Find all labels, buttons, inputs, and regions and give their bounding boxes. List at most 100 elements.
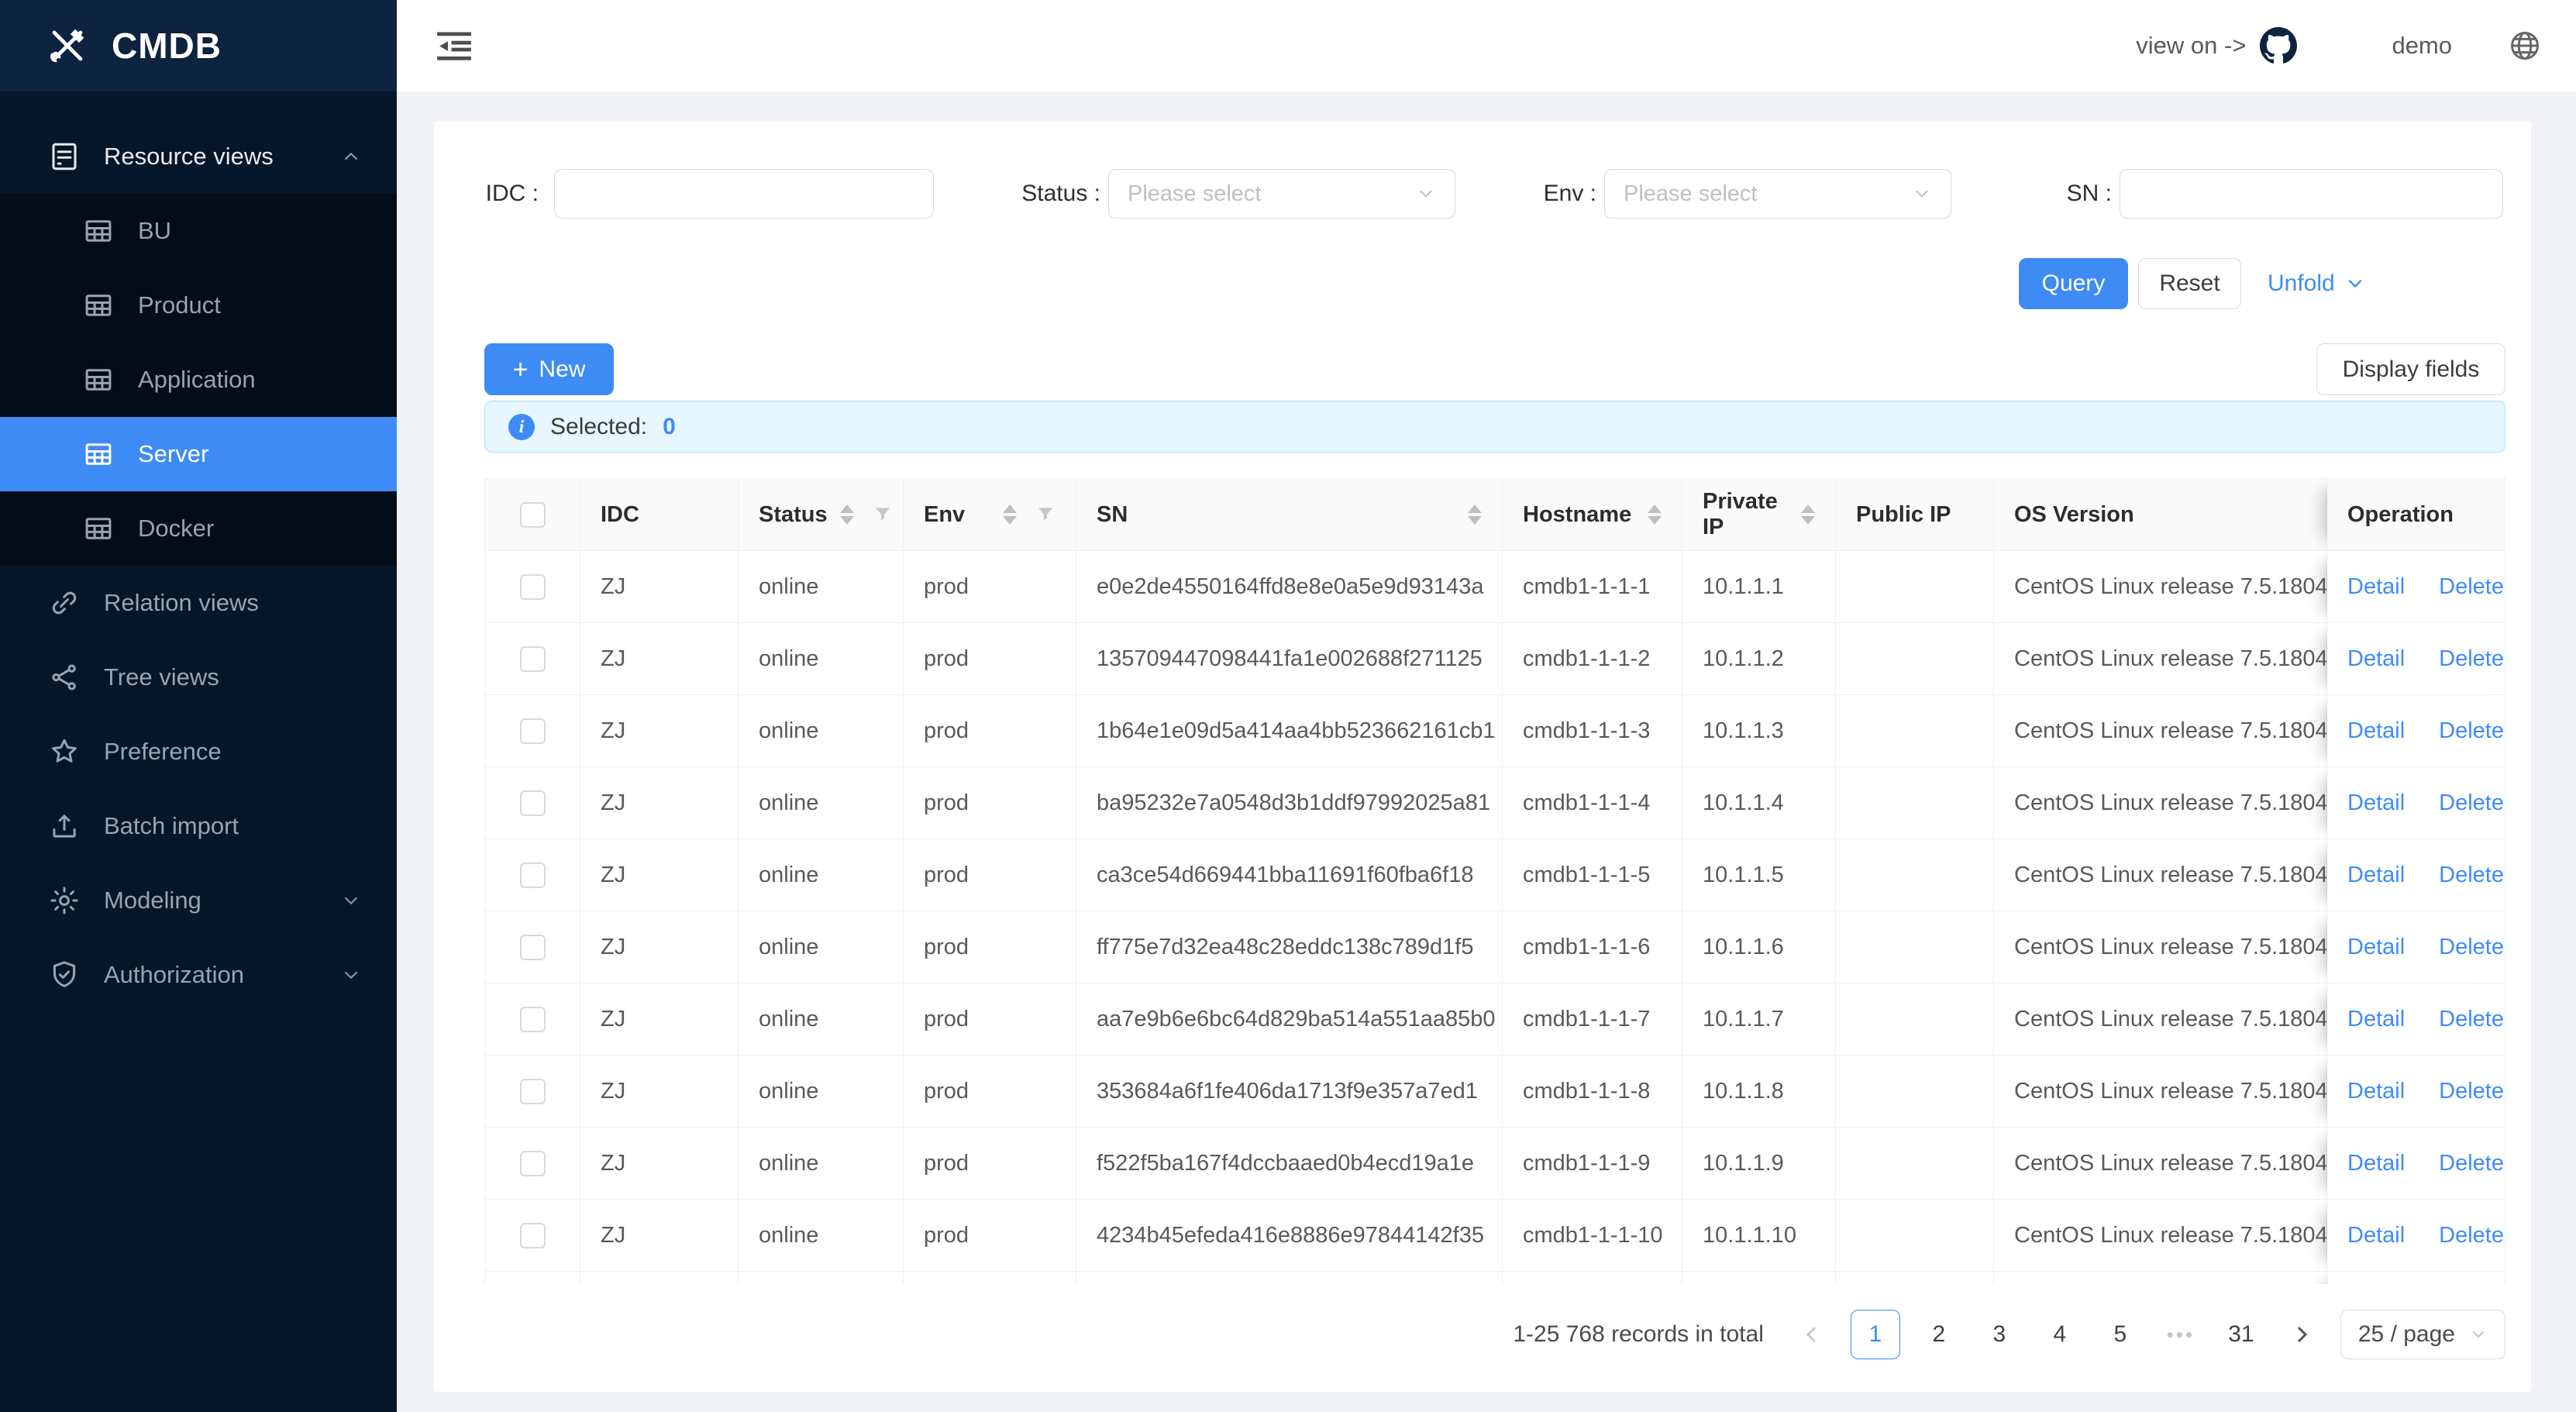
cell-hostname: cmdb1-1-1-2 <box>1503 623 1682 695</box>
cell-private_ip: 10.1.1.7 <box>1682 983 1836 1056</box>
page-button-1[interactable]: 1 <box>1851 1310 1900 1359</box>
column-header-status[interactable]: Status <box>739 479 904 551</box>
row-checkbox[interactable] <box>520 790 546 816</box>
page-size-select[interactable]: 25 / page <box>2340 1310 2505 1359</box>
row-checkbox[interactable] <box>520 1079 546 1104</box>
page-button-3[interactable]: 3 <box>1978 1310 2021 1359</box>
detail-link[interactable]: Detail <box>2347 863 2405 888</box>
cell-hostname <box>1503 1272 1682 1284</box>
cell-private_ip: 10.1.1.3 <box>1682 695 1836 767</box>
reset-button[interactable]: Reset <box>2138 258 2241 309</box>
filter-funnel-icon[interactable] <box>873 505 893 525</box>
column-header-private_ip[interactable]: Private IP <box>1682 479 1836 551</box>
sort-carets-icon[interactable] <box>1789 505 1815 525</box>
sidebar-item-label: Application <box>138 366 363 394</box>
app-logo[interactable]: CMDB <box>0 0 397 91</box>
prev-page-button[interactable] <box>1790 1310 1834 1359</box>
page-button-2[interactable]: 2 <box>1917 1310 1961 1359</box>
detail-link[interactable]: Detail <box>2347 1007 2405 1032</box>
operation-cell: Detail Delete <box>2327 1128 2505 1200</box>
delete-link[interactable]: Delete <box>2439 790 2504 816</box>
row-checkbox[interactable] <box>520 1151 546 1176</box>
sidebar-item-resource-views[interactable]: Resource views <box>0 119 397 194</box>
page-button-4[interactable]: 4 <box>2038 1310 2082 1359</box>
display-fields-button[interactable]: Display fields <box>2316 343 2505 395</box>
cell-os_version: CentOS Linux release 7.5.1804 (C <box>1994 1056 2327 1128</box>
globe-icon[interactable] <box>2508 29 2542 63</box>
view-on-link[interactable]: view on -> <box>2136 32 2246 60</box>
sidebar-item-relation-views[interactable]: Relation views <box>0 566 397 640</box>
page-ellipsis[interactable]: ••• <box>2159 1310 2202 1359</box>
filter-funnel-icon[interactable] <box>1035 505 1056 525</box>
delete-link[interactable]: Delete <box>2439 574 2504 600</box>
detail-link[interactable]: Detail <box>2347 790 2405 816</box>
page-button-31[interactable]: 31 <box>2220 1310 2263 1359</box>
user-menu[interactable]: demo <box>2392 32 2452 60</box>
unfold-toggle[interactable]: Unfold <box>2268 258 2366 309</box>
cell-private_ip <box>1682 1272 1836 1284</box>
idc-input[interactable] <box>554 169 934 219</box>
row-checkbox[interactable] <box>520 574 546 600</box>
column-header-sn[interactable]: SN <box>1076 479 1503 551</box>
sidebar-item-authorization[interactable]: Authorization <box>0 938 397 1012</box>
sidebar-item-docker[interactable]: Docker <box>0 491 397 566</box>
delete-link[interactable]: Delete <box>2439 646 2504 672</box>
delete-link[interactable]: Delete <box>2439 1007 2504 1032</box>
status-select[interactable]: Please select <box>1108 169 1455 219</box>
table-row: ZJonlineprod1b64e1e09d5a414aa4bb52366216… <box>485 695 2505 767</box>
detail-link[interactable]: Detail <box>2347 1151 2405 1176</box>
cell-idc <box>580 1272 739 1284</box>
sidebar-item-batch-import[interactable]: Batch import <box>0 789 397 863</box>
cell-env <box>904 1272 1076 1284</box>
delete-link[interactable]: Delete <box>2439 718 2504 744</box>
cell-public_ip <box>1836 1056 1994 1128</box>
cell-private_ip: 10.1.1.2 <box>1682 623 1836 695</box>
cell-hostname: cmdb1-1-1-6 <box>1503 911 1682 983</box>
sidebar-item-tree-views[interactable]: Tree views <box>0 640 397 715</box>
cell-env: prod <box>904 1056 1076 1128</box>
delete-link[interactable]: Delete <box>2439 1151 2504 1176</box>
row-checkbox[interactable] <box>520 1007 546 1032</box>
env-select[interactable]: Please select <box>1604 169 1951 219</box>
sidebar-item-server[interactable]: Server <box>0 417 397 491</box>
delete-link[interactable]: Delete <box>2439 863 2504 888</box>
row-checkbox[interactable] <box>520 935 546 960</box>
detail-link[interactable]: Detail <box>2347 574 2405 600</box>
sidebar-item-product[interactable]: Product <box>0 268 397 343</box>
sidebar-item-preference[interactable]: Preference <box>0 715 397 789</box>
github-icon[interactable] <box>2260 27 2297 64</box>
cell-env: prod <box>904 983 1076 1056</box>
row-checkbox[interactable] <box>520 863 546 888</box>
cell-idc: ZJ <box>580 695 739 767</box>
detail-link[interactable]: Detail <box>2347 646 2405 672</box>
sort-carets-icon[interactable] <box>990 505 1017 525</box>
column-header-hostname[interactable]: Hostname <box>1503 479 1682 551</box>
row-select-cell <box>485 1272 580 1284</box>
detail-link[interactable]: Detail <box>2347 718 2405 744</box>
sort-carets-icon[interactable] <box>1635 505 1662 525</box>
page-button-5[interactable]: 5 <box>2099 1310 2142 1359</box>
row-checkbox[interactable] <box>520 646 546 672</box>
sort-carets-icon[interactable] <box>828 505 854 525</box>
sidebar-item-bu[interactable]: BU <box>0 194 397 268</box>
select-all-checkbox[interactable] <box>520 502 546 528</box>
sort-carets-icon[interactable] <box>1455 505 1482 525</box>
sn-input[interactable] <box>2120 169 2503 219</box>
column-header-env[interactable]: Env <box>904 479 1076 551</box>
sidebar-item-application[interactable]: Application <box>0 343 397 417</box>
delete-link[interactable]: Delete <box>2439 1223 2504 1248</box>
sidebar-item-modeling[interactable]: Modeling <box>0 863 397 938</box>
table-icon <box>82 438 115 470</box>
detail-link[interactable]: Detail <box>2347 1079 2405 1104</box>
delete-link[interactable]: Delete <box>2439 935 2504 960</box>
menu-fold-icon[interactable] <box>434 26 474 66</box>
next-page-button[interactable] <box>2280 1310 2323 1359</box>
delete-link[interactable]: Delete <box>2439 1079 2504 1104</box>
new-button[interactable]: + New <box>484 343 614 395</box>
detail-link[interactable]: Detail <box>2347 935 2405 960</box>
row-checkbox[interactable] <box>520 1223 546 1248</box>
query-button[interactable]: Query <box>2019 258 2128 309</box>
row-select-cell <box>485 839 580 911</box>
detail-link[interactable]: Detail <box>2347 1223 2405 1248</box>
row-checkbox[interactable] <box>520 718 546 744</box>
